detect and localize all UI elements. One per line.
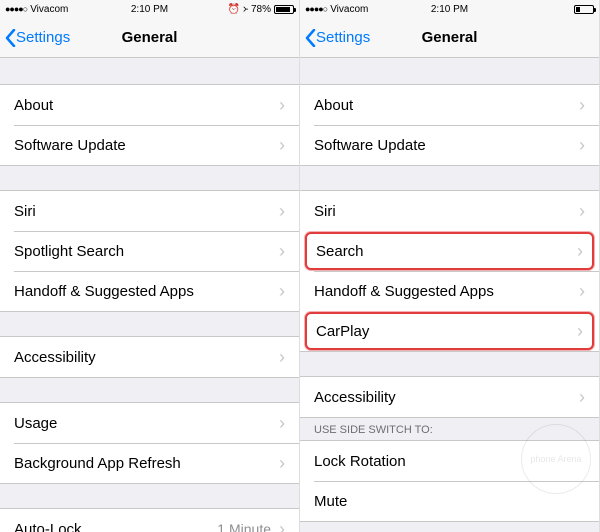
navbar: Settings General [0,18,299,58]
carrier-label: Vivacom [330,4,368,15]
row-label: Handoff & Suggested Apps [14,283,279,300]
row-accessibility[interactable]: Accessibility › [300,377,599,417]
chevron-left-icon [304,28,316,48]
settings-group: Accessibility › [0,336,299,378]
settings-group: Accessibility › [300,376,599,418]
page-title: General [422,29,478,46]
chevron-right-icon: › [279,347,285,368]
row-detail: 1 Minute [217,521,271,532]
row-handoff[interactable]: Handoff & Suggested Apps › [300,271,599,311]
battery-percent: 78% [251,4,271,15]
status-bar: ●●●●○ Vivacom 2:10 PM [300,0,599,18]
row-siri[interactable]: Siri › [0,191,299,231]
clock: 2:10 PM [431,4,468,15]
chevron-right-icon: › [279,281,285,302]
settings-group: Lock Rotation Mute [300,440,599,522]
right-screenshot: ●●●●○ Vivacom 2:10 PM Settings General A… [300,0,600,532]
row-label: Siri [314,203,579,220]
settings-list[interactable]: About › Software Update › Siri › Search … [300,58,599,532]
battery-icon [274,5,294,14]
chevron-left-icon [4,28,16,48]
status-bar: ●●●●○ Vivacom 2:10 PM ⏰ ᚛ 78% [0,0,299,18]
back-label: Settings [16,29,70,46]
settings-group: Siri › Spotlight Search › Handoff & Sugg… [0,190,299,312]
settings-group: About › Software Update › [0,84,299,166]
row-label: Software Update [314,137,579,154]
chevron-right-icon: › [279,95,285,116]
row-label: Usage [14,415,279,432]
chevron-right-icon: › [579,135,585,156]
chevron-right-icon: › [279,453,285,474]
chevron-right-icon: › [577,241,583,262]
row-about[interactable]: About › [300,85,599,125]
row-label: Background App Refresh [14,455,279,472]
row-accessibility[interactable]: Accessibility › [0,337,299,377]
row-label: Siri [14,203,279,220]
settings-group: Siri › Search › Handoff & Suggested Apps… [300,190,599,352]
left-screenshot: ●●●●○ Vivacom 2:10 PM ⏰ ᚛ 78% Settings G… [0,0,300,532]
row-software-update[interactable]: Software Update › [300,125,599,165]
row-auto-lock[interactable]: Auto-Lock 1 Minute › [0,509,299,532]
settings-group: About › Software Update › [300,84,599,166]
chevron-right-icon: › [579,387,585,408]
row-background-app-refresh[interactable]: Background App Refresh › [0,443,299,483]
row-label: Lock Rotation [314,453,585,470]
chevron-right-icon: › [579,95,585,116]
group-header: USE SIDE SWITCH TO: [300,418,599,440]
row-search[interactable]: Search › [305,232,594,270]
settings-group: Usage › Background App Refresh › [0,402,299,484]
row-label: Spotlight Search [14,243,279,260]
row-label: About [14,97,279,114]
settings-list[interactable]: About › Software Update › Siri › Spotlig… [0,58,299,532]
chevron-right-icon: › [279,201,285,222]
back-button[interactable]: Settings [300,28,370,48]
signal-strength-icon: ●●●●○ [5,4,27,14]
row-mute[interactable]: Mute [300,481,599,521]
row-siri[interactable]: Siri › [300,191,599,231]
row-spotlight-search[interactable]: Spotlight Search › [0,231,299,271]
chevron-right-icon: › [279,413,285,434]
row-label: Handoff & Suggested Apps [314,283,579,300]
row-label: Search [316,243,577,260]
chevron-right-icon: › [279,241,285,262]
row-label: CarPlay [316,323,577,340]
row-carplay[interactable]: CarPlay › [305,312,594,350]
chevron-right-icon: › [279,519,285,532]
chevron-right-icon: › [579,281,585,302]
alarm-icon: ⏰ [227,4,239,15]
settings-group: Auto-Lock 1 Minute › Restrictions Off › [0,508,299,532]
row-label: About [314,97,579,114]
back-button[interactable]: Settings [0,28,70,48]
navbar: Settings General [300,18,599,58]
carrier-label: Vivacom [30,4,68,15]
bluetooth-icon: ᚛ [243,4,248,15]
row-label: Accessibility [314,389,579,406]
battery-icon [574,5,594,14]
row-label: Auto-Lock [14,521,217,532]
chevron-right-icon: › [279,135,285,156]
clock: 2:10 PM [131,4,168,15]
row-label: Accessibility [14,349,279,366]
chevron-right-icon: › [577,321,583,342]
row-handoff[interactable]: Handoff & Suggested Apps › [0,271,299,311]
row-label: Software Update [14,137,279,154]
back-label: Settings [316,29,370,46]
row-usage[interactable]: Usage › [0,403,299,443]
signal-strength-icon: ●●●●○ [305,4,327,14]
row-label: Mute [314,493,585,510]
row-lock-rotation[interactable]: Lock Rotation [300,441,599,481]
page-title: General [122,29,178,46]
chevron-right-icon: › [579,201,585,222]
row-software-update[interactable]: Software Update › [0,125,299,165]
row-about[interactable]: About › [0,85,299,125]
